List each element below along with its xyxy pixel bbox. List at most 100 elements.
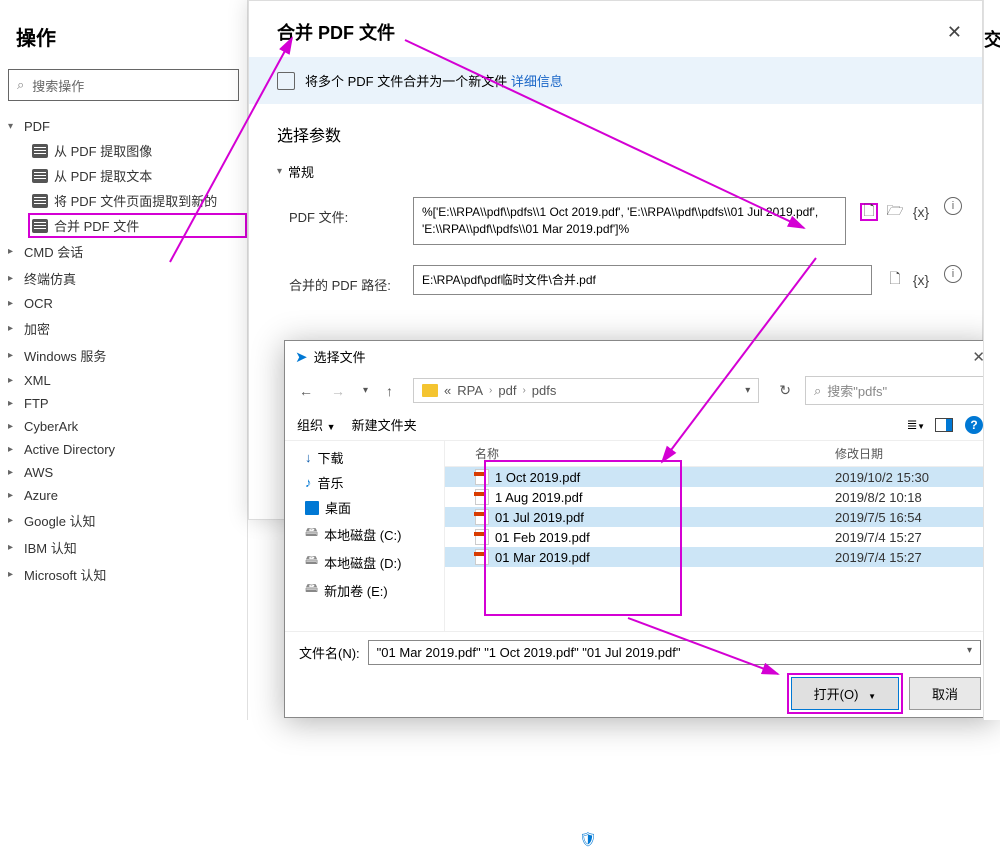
action-icon [32, 219, 48, 233]
actions-tree: ▾PDF 从 PDF 提取图像 从 PDF 提取文本 将 PDF 文件页面提取到… [0, 115, 247, 588]
download-icon: ↓ [305, 450, 312, 465]
file-search-input[interactable]: ⌕搜索"pdfs" [805, 376, 985, 405]
cancel-button[interactable]: 取消 [909, 677, 981, 710]
sidebar-music[interactable]: ♪音乐 [285, 470, 444, 495]
param-pdf-files: PDF 文件: %['E:\\RPA\\pdf\\pdfs\\1 Oct 201… [249, 187, 982, 255]
column-name[interactable]: 名称 [455, 445, 835, 462]
pdf-file-icon [475, 549, 489, 565]
tree-group[interactable]: ▸AWS [0, 461, 247, 484]
chevron-right-icon: ▸ [8, 298, 22, 309]
nav-up-icon[interactable]: ↑ [382, 381, 397, 401]
file-row[interactable]: 1 Oct 2019.pdf2019/10/2 15:30 [445, 467, 995, 487]
file-dialog-sidebar: ↓下载 ♪音乐 桌面 🖴本地磁盘 (C:) 🖴本地磁盘 (D:) 🖴新加卷 (E… [285, 441, 445, 631]
sidebar-desktop[interactable]: 桌面 [285, 495, 444, 520]
filename-input[interactable]: "01 Mar 2019.pdf" "1 Oct 2019.pdf" "01 J… [368, 640, 981, 665]
chevron-down-icon: ▾ [277, 166, 282, 177]
folder-icon[interactable]: 🗁 [886, 203, 904, 221]
file-open-dialog: ➤ 选择文件 ✕ ← → ▾ ↑ « RPA› pdf› pdfs ▾ ↻ ⌕搜… [284, 340, 996, 718]
sidebar-downloads[interactable]: ↓下载 [285, 445, 444, 470]
info-icon[interactable]: i [944, 197, 962, 215]
param-merged-path: 合并的 PDF 路径: E:\RPA\pdf\pdf临时文件\合并.pdf 🗋 … [249, 255, 982, 306]
nav-forward-icon[interactable]: → [327, 381, 349, 401]
tree-group[interactable]: ▸加密 [0, 315, 247, 342]
tree-group[interactable]: ▸Microsoft 认知 [0, 561, 247, 588]
chevron-right-icon: › [489, 385, 492, 396]
tree-item-extract-images[interactable]: 从 PDF 提取图像 [28, 138, 247, 163]
organize-menu[interactable]: 组织 ▼ [297, 415, 336, 434]
info-banner: 将多个 PDF 文件合并为一个新文件 详细信息 [249, 57, 982, 104]
search-icon: ⌕ [17, 77, 24, 93]
section-title: 选择参数 [249, 104, 982, 156]
sidebar-disk-d[interactable]: 🖴本地磁盘 (D:) [285, 548, 444, 576]
file-row[interactable]: 01 Mar 2019.pdf2019/7/4 15:27 [445, 547, 995, 567]
tree-item-extract-text[interactable]: 从 PDF 提取文本 [28, 163, 247, 188]
sidebar-disk-c[interactable]: 🖴本地磁盘 (C:) [285, 520, 444, 548]
details-link[interactable]: 详细信息 [511, 74, 563, 89]
search-actions-input[interactable]: ⌕ 搜索操作 [8, 69, 239, 101]
chevron-down-icon: ▾ [967, 645, 972, 660]
sidebar-disk-e[interactable]: 🖴新加卷 (E:) [285, 576, 444, 604]
nav-back-icon[interactable]: ← [295, 381, 317, 401]
variable-icon[interactable]: {x} [912, 271, 930, 289]
tree-group[interactable]: ▸FTP [0, 392, 247, 415]
dialog-title: 合并 PDF 文件 [277, 19, 395, 45]
file-row[interactable]: 01 Jul 2019.pdf2019/7/5 16:54 [445, 507, 995, 527]
chevron-right-icon: ▸ [8, 273, 22, 284]
panel-title: 操作 [0, 0, 247, 69]
merged-path-input[interactable]: E:\RPA\pdf\pdf临时文件\合并.pdf [413, 265, 872, 296]
preview-pane-icon[interactable] [935, 418, 953, 432]
filename-label: 文件名(N): [299, 643, 360, 662]
chevron-right-icon: ▸ [8, 542, 22, 553]
nav-recent-icon[interactable]: ▾ [359, 383, 372, 398]
tree-group[interactable]: ▸OCR [0, 292, 247, 315]
info-icon[interactable]: i [944, 265, 962, 283]
open-button[interactable]: 打开(O) ▼ [791, 677, 899, 710]
action-icon [32, 194, 48, 208]
tree-group[interactable]: ▸CyberArk [0, 415, 247, 438]
actions-panel: 操作 ⌕ 搜索操作 ▾PDF 从 PDF 提取图像 从 PDF 提取文本 将 P… [0, 0, 248, 720]
breadcrumb[interactable]: « RPA› pdf› pdfs ▾ [413, 378, 759, 403]
tree-group[interactable]: ▸Google 认知 [0, 507, 247, 534]
tree-item-extract-pages[interactable]: 将 PDF 文件页面提取到新的 [28, 188, 247, 213]
column-date[interactable]: 修改日期 [835, 445, 985, 462]
new-folder-button[interactable]: 新建文件夹 [352, 415, 417, 434]
help-icon[interactable]: ? [965, 416, 983, 434]
tree-group[interactable]: ▸Azure [0, 484, 247, 507]
pdf-files-input[interactable]: %['E:\\RPA\\pdf\\pdfs\\1 Oct 2019.pdf', … [413, 197, 846, 245]
refresh-icon[interactable]: ↻ [775, 378, 795, 403]
tree-group[interactable]: ▸Windows 服务 [0, 342, 247, 369]
view-mode-icon[interactable]: ≣ ▼ [907, 417, 923, 433]
pdf-file-icon [475, 489, 489, 505]
chevron-right-icon: ▸ [8, 350, 22, 361]
tree-group[interactable]: ▸终端仿真 [0, 265, 247, 292]
select-file-icon[interactable]: 🗋 [860, 203, 878, 221]
tree-group-pdf[interactable]: ▾PDF [0, 115, 247, 138]
tree-item-merge-pdf[interactable]: 合并 PDF 文件 [28, 213, 247, 238]
tree-group[interactable]: ▸XML [0, 369, 247, 392]
pdf-icon [277, 72, 295, 90]
file-list: 名称 修改日期 1 Oct 2019.pdf2019/10/2 15:301 A… [445, 441, 995, 631]
music-icon: ♪ [305, 475, 312, 490]
select-file-icon[interactable]: 🗋 [886, 271, 904, 289]
chevron-right-icon: ▸ [8, 398, 22, 409]
chevron-right-icon: ▸ [8, 421, 22, 432]
file-dialog-title: 选择文件 [314, 347, 366, 366]
chevron-right-icon: ▸ [8, 375, 22, 386]
file-row[interactable]: 1 Aug 2019.pdf2019/8/2 10:18 [445, 487, 995, 507]
variable-icon[interactable]: {x} [912, 203, 930, 221]
disk-icon: 🖴 [305, 579, 318, 601]
chevron-right-icon: ▸ [8, 490, 22, 501]
pdf-file-icon [475, 529, 489, 545]
subgroup-general[interactable]: ▾常规 [249, 156, 982, 187]
right-panel-edge: 交 [983, 0, 1000, 720]
close-icon[interactable]: ✕ [947, 22, 962, 43]
chevron-right-icon: ▸ [8, 323, 22, 334]
chevron-right-icon: ▸ [8, 444, 22, 455]
disk-icon: 🖴 [305, 551, 318, 573]
tree-group[interactable]: ▸IBM 认知 [0, 534, 247, 561]
chevron-down-icon: ▾ [8, 121, 22, 132]
tree-group[interactable]: ▸CMD 会话 [0, 238, 247, 265]
file-row[interactable]: 01 Feb 2019.pdf2019/7/4 15:27 [445, 527, 995, 547]
tree-group[interactable]: ▸Active Directory [0, 438, 247, 461]
action-icon [32, 169, 48, 183]
